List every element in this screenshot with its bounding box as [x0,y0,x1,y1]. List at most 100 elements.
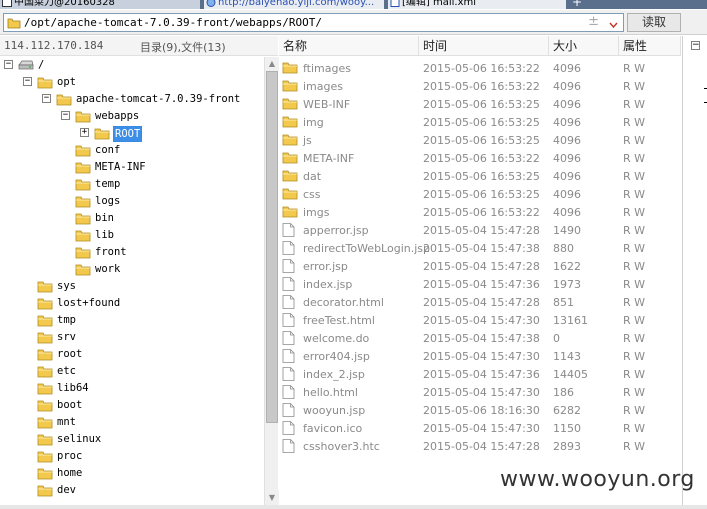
read-button[interactable]: 读取 [627,13,681,32]
file-row[interactable]: redirectToWebLogin.jsp 2015-05-04 15:47:3… [279,239,681,257]
tab-url[interactable]: http://baiyehao.yiji.com/wooy... [204,0,384,9]
folder-icon [37,331,53,347]
path-input[interactable]: /opt/apache-tomcat-7.0.39-front/webapps/… [3,13,624,32]
tree-node[interactable]: proc [0,448,264,465]
collapse-minus-icon[interactable]: − [691,41,700,50]
tree-node-label: dev [57,484,76,496]
tree-node[interactable]: − apache-tomcat-7.0.39-front [0,91,264,108]
expand-plus-icon[interactable]: + [80,128,89,137]
file-icon [282,313,295,330]
file-time: 2015-05-04 15:47:30 [423,314,540,327]
tree-node[interactable]: mnt [0,414,264,431]
tree-node[interactable]: − / [0,57,264,74]
folder-icon [37,484,53,500]
tree-node[interactable]: lib [0,227,264,244]
tree-node[interactable]: lib64 [0,380,264,397]
file-time: 2015-05-04 15:47:28 [423,440,540,453]
scroll-down-icon[interactable]: ▼ [265,491,279,505]
file-time: 2015-05-04 15:47:36 [423,368,540,381]
tree-node[interactable]: + ROOT [0,125,264,142]
file-row[interactable]: error.jsp 2015-05-04 15:47:28 1622 R W [279,257,681,275]
file-row[interactable]: imgs 2015-05-06 16:53:22 4096 R W [279,203,681,221]
column-name[interactable]: 名称 [279,36,419,56]
column-size[interactable]: 大小 [549,36,619,56]
file-row[interactable]: apperror.jsp 2015-05-04 15:47:28 1490 R W [279,221,681,239]
file-row[interactable]: images 2015-05-06 16:53:22 4096 R W [279,77,681,95]
file-time: 2015-05-06 16:53:22 [423,152,540,165]
file-icon [282,367,295,384]
scroll-thumb[interactable] [266,71,278,423]
tree-node[interactable]: tmp [0,312,264,329]
file-time: 2015-05-04 15:47:30 [423,422,540,435]
collapse-minus-icon[interactable]: − [4,60,13,69]
file-row[interactable]: META-INF 2015-05-06 16:53:22 4096 R W [279,149,681,167]
file-row[interactable]: index.jsp 2015-05-04 15:47:36 1973 R W [279,275,681,293]
file-time: 2015-05-04 15:47:36 [423,278,540,291]
folder-icon [282,151,298,167]
tree-node[interactable]: front [0,244,264,261]
file-row[interactable]: decorator.html 2015-05-04 15:47:28 851 R W [279,293,681,311]
tree-node[interactable]: home [0,465,264,482]
file-time: 2015-05-06 16:53:25 [423,98,540,111]
drive-icon [18,59,34,74]
file-icon [282,349,295,366]
collapse-minus-icon[interactable]: − [23,77,32,86]
chevron-down-icon[interactable] [609,19,618,29]
tree-node[interactable]: selinux [0,431,264,448]
scroll-up-icon[interactable]: ▲ [265,57,279,71]
tree-node[interactable]: − webapps [0,108,264,125]
file-name: index.jsp [303,278,353,291]
tree-node[interactable]: − opt [0,74,264,91]
file-row[interactable]: wooyun.jsp 2015-05-06 18:16:30 6282 R W [279,401,681,419]
tree-node[interactable]: srv [0,329,264,346]
file-row[interactable]: freeTest.html 2015-05-04 15:47:30 13161 R W [279,311,681,329]
collapse-minus-icon[interactable]: − [61,111,70,120]
tree-node-label: mnt [57,416,76,428]
file-row[interactable]: img 2015-05-06 16:53:25 4096 R W [279,113,681,131]
file-row[interactable]: dat 2015-05-06 16:53:25 4096 R W [279,167,681,185]
tree-node[interactable]: logs [0,193,264,210]
tree-node[interactable]: sys [0,278,264,295]
file-row[interactable]: ftimages 2015-05-06 16:53:22 4096 R W [279,59,681,77]
file-row[interactable]: hello.html 2015-05-04 15:47:30 186 R W [279,383,681,401]
tab-edit-mail[interactable]: [编辑] mail.xml [388,0,566,9]
folder-icon [37,467,53,483]
tree-scrollbar[interactable]: ▲ ▼ [264,57,279,505]
tree-node[interactable]: lost+found [0,295,264,312]
file-row[interactable]: index_2.jsp 2015-05-04 15:47:36 14405 R W [279,365,681,383]
tree-node-label: home [57,467,83,479]
tree-node[interactable]: root [0,346,264,363]
tree-node[interactable]: META-INF [0,159,264,176]
file-row[interactable]: welcome.do 2015-05-04 15:47:38 0 R W [279,329,681,347]
file-row[interactable]: css 2015-05-06 16:53:25 4096 R W [279,185,681,203]
new-tab-plus-icon[interactable]: + [570,0,584,8]
file-row[interactable]: js 2015-05-06 16:53:25 4096 R W [279,131,681,149]
tree-node[interactable]: work [0,261,264,278]
tree-node[interactable]: bin [0,210,264,227]
folder-icon [37,382,53,398]
collapse-minus-icon[interactable]: − [42,94,51,103]
file-time: 2015-05-06 16:53:22 [423,62,540,75]
file-row[interactable]: error404.jsp 2015-05-04 15:47:30 1143 R W [279,347,681,365]
folder-icon [282,61,298,77]
tree-node[interactable]: dev [0,482,264,499]
file-name: wooyun.jsp [303,404,366,417]
tree-node-label: META-INF [95,161,146,173]
tree-node[interactable]: temp [0,176,264,193]
file-row[interactable]: csshover3.htc 2015-05-04 15:47:28 2893 R W [279,437,681,455]
tab-caidao[interactable]: 中国菜刀@20160328 [0,0,200,9]
tree-node[interactable]: conf [0,142,264,159]
add-bookmark-icon[interactable]: ± [588,14,599,29]
folder-icon [282,97,298,113]
file-size: 186 [553,386,574,399]
tree-node[interactable]: etc [0,363,264,380]
file-name: decorator.html [303,296,384,309]
file-attr: R W [623,152,646,165]
file-row[interactable]: favicon.ico 2015-05-04 15:47:30 1150 R W [279,419,681,437]
column-attr[interactable]: 属性 [619,36,681,56]
globe-icon [206,0,216,7]
file-name: imgs [303,206,330,219]
tree-node[interactable]: boot [0,397,264,414]
column-time[interactable]: 时间 [419,36,549,56]
file-row[interactable]: WEB-INF 2015-05-06 16:53:25 4096 R W [279,95,681,113]
